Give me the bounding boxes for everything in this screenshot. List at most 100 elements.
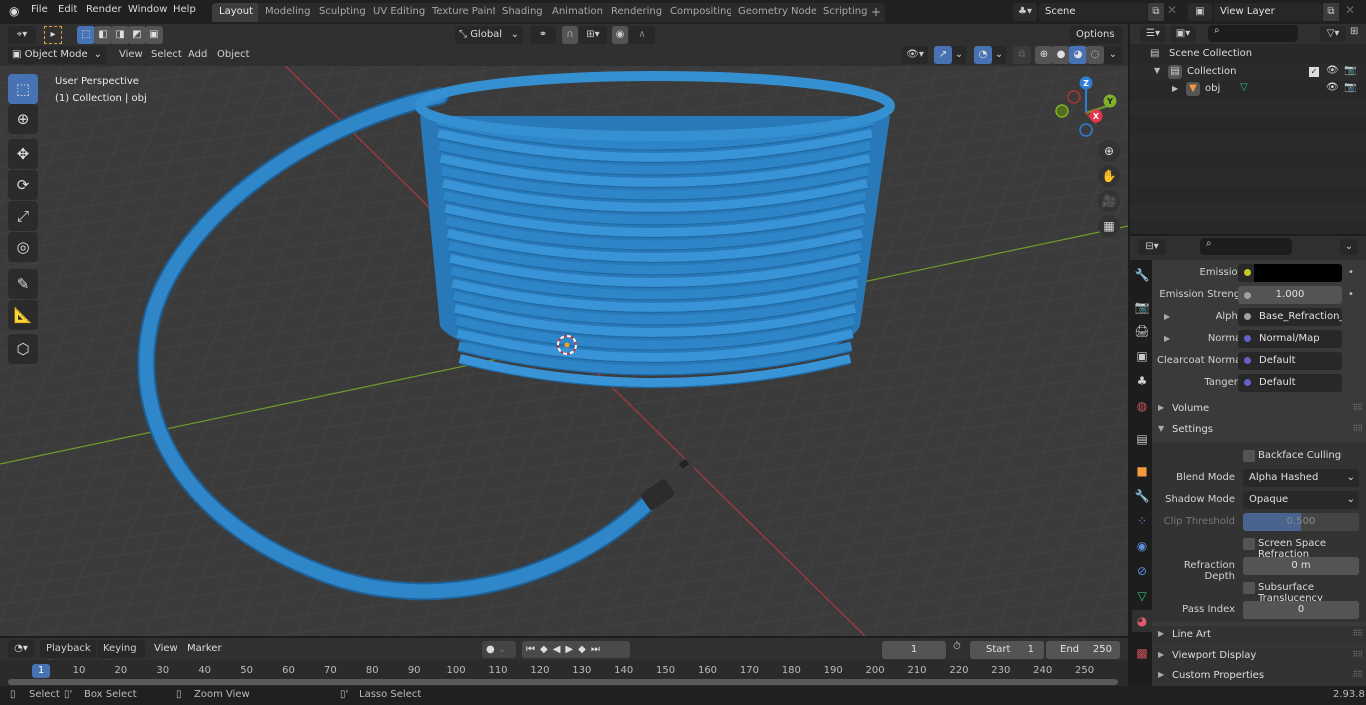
- tab-scene[interactable]: ♣: [1132, 370, 1152, 392]
- tab-world[interactable]: ◍: [1132, 395, 1152, 417]
- subsurface-translucency-checkbox[interactable]: [1243, 582, 1255, 594]
- blender-logo-icon[interactable]: ◉: [9, 4, 19, 18]
- expand-arrow-icon[interactable]: ▶: [1172, 84, 1178, 93]
- tab-physics[interactable]: ◉: [1132, 535, 1152, 557]
- panel-viewport-display[interactable]: ▶ Viewport Display ⠿⠿: [1152, 647, 1366, 667]
- shadow-mode-dropdown[interactable]: Opaque ⌄: [1243, 491, 1359, 509]
- tab-particles[interactable]: ⁘: [1132, 510, 1152, 532]
- gizmo-dropdown-icon[interactable]: ⌄: [952, 46, 966, 64]
- tool-cursor[interactable]: ⊕: [8, 104, 38, 134]
- jump-end-icon[interactable]: ⏭: [591, 644, 605, 655]
- view-layer-icon[interactable]: ▣: [1188, 3, 1212, 21]
- scene-name-field[interactable]: Scene: [1039, 3, 1147, 21]
- emission-color-field[interactable]: [1238, 264, 1342, 282]
- keyframe-dot-icon[interactable]: •: [1348, 267, 1354, 278]
- drag-grip-icon[interactable]: ⠿⠿: [1352, 424, 1363, 433]
- tab-scripting[interactable]: Scripting: [816, 3, 875, 22]
- menu-file[interactable]: File: [31, 4, 48, 15]
- tab-texture[interactable]: ▩: [1132, 642, 1152, 664]
- snap-target-icon[interactable]: ⊞▾: [579, 26, 607, 44]
- tab-uv-editing[interactable]: UV Editing: [366, 3, 433, 22]
- blend-mode-dropdown[interactable]: Alpha Hashed ⌄: [1243, 469, 1359, 487]
- pass-index-field[interactable]: 0: [1243, 601, 1359, 619]
- keying-dropdown[interactable]: Keying ⌄: [97, 640, 145, 665]
- zoom-view-button[interactable]: ⊕: [1098, 140, 1120, 162]
- outliner-row-scene-collection[interactable]: ▤ Scene Collection: [1130, 46, 1366, 63]
- tab-object[interactable]: ■: [1132, 460, 1152, 482]
- outliner-search-input[interactable]: ⌕: [1208, 25, 1298, 42]
- select-mode-new-icon[interactable]: ⬚: [77, 26, 95, 44]
- properties-options-icon[interactable]: ⌄: [1340, 239, 1358, 255]
- add-workspace-button[interactable]: +: [867, 3, 886, 22]
- delete-scene-icon[interactable]: ✕: [1167, 3, 1177, 17]
- menu-add[interactable]: Add: [182, 46, 214, 64]
- menu-view[interactable]: View: [113, 46, 149, 64]
- tab-output[interactable]: 🖨: [1132, 320, 1152, 342]
- tool-rotate[interactable]: ⟳: [8, 170, 38, 200]
- select-mode-invert-icon[interactable]: ◩: [128, 26, 146, 44]
- play-icon[interactable]: ▶: [565, 644, 578, 655]
- display-mode-icon[interactable]: ▣▾: [1170, 26, 1196, 42]
- menu-help[interactable]: Help: [173, 4, 196, 15]
- shading-solid-icon[interactable]: ●: [1052, 46, 1070, 64]
- outliner-row-obj[interactable]: ▶ ▼ obj ▽ 👁 📷: [1130, 81, 1366, 98]
- overlay-dropdown-icon[interactable]: ⌄: [992, 46, 1006, 64]
- tool-scale[interactable]: ⤢: [8, 201, 38, 231]
- pan-view-button[interactable]: ✋: [1098, 165, 1120, 187]
- eye-icon[interactable]: 👁: [1326, 65, 1339, 76]
- backface-culling-checkbox[interactable]: [1243, 450, 1255, 462]
- tab-compositing[interactable]: Compositing: [663, 3, 740, 22]
- refraction-depth-field[interactable]: 0 m: [1243, 557, 1359, 575]
- playback-dropdown[interactable]: Playback ⌄: [40, 640, 96, 665]
- timeline-menu-marker[interactable]: Marker: [187, 643, 222, 654]
- tab-rendering[interactable]: Rendering: [604, 3, 670, 22]
- toggle-perspective-button[interactable]: ▦: [1098, 215, 1120, 237]
- playback-controls[interactable]: ⏮◆◀▶◆⏭: [522, 641, 630, 658]
- visibility-icon[interactable]: 👁▾: [902, 46, 928, 64]
- active-tool-icon[interactable]: ▸: [44, 26, 62, 44]
- tab-shading[interactable]: Shading: [495, 3, 550, 22]
- timeline-editor-icon[interactable]: ◔▾: [8, 640, 34, 658]
- tool-move[interactable]: ✥: [8, 139, 38, 169]
- properties-search-input[interactable]: ⌕: [1200, 238, 1292, 255]
- select-mode-subtract-icon[interactable]: ◨: [111, 26, 129, 44]
- current-frame-field[interactable]: 1: [882, 641, 946, 659]
- outliner-row-collection[interactable]: ▼ ▤ Collection ✓ 👁 📷: [1130, 64, 1366, 81]
- tab-sculpting[interactable]: Sculpting: [312, 3, 373, 22]
- menu-edit[interactable]: Edit: [58, 4, 77, 15]
- overlay-toggle-icon[interactable]: ◔: [974, 46, 992, 64]
- shading-rendered-icon[interactable]: ◌: [1086, 46, 1104, 64]
- tab-view-layer[interactable]: ▣: [1132, 345, 1152, 367]
- tool-transform[interactable]: ◎: [8, 232, 38, 262]
- eye-icon[interactable]: 👁: [1326, 82, 1339, 93]
- shading-material-icon[interactable]: ◕: [1069, 46, 1087, 64]
- tab-tool[interactable]: 🔧: [1132, 264, 1152, 286]
- delete-view-layer-icon[interactable]: ✕: [1345, 3, 1355, 17]
- tab-material[interactable]: ◕: [1132, 610, 1152, 632]
- drag-grip-icon[interactable]: ⠿⠿: [1352, 629, 1363, 638]
- editor-type-icon[interactable]: ⌖▾: [8, 26, 36, 44]
- gizmo-neg-y[interactable]: [1055, 104, 1069, 118]
- outliner-editor-icon[interactable]: ☰▾: [1140, 26, 1166, 42]
- tab-modifiers[interactable]: 🔧: [1132, 485, 1152, 507]
- tab-geometry-nodes[interactable]: Geometry Nodes: [731, 3, 830, 22]
- playhead[interactable]: 1: [32, 664, 50, 678]
- tab-collection[interactable]: ▤: [1132, 428, 1152, 450]
- panel-volume[interactable]: ▶ Volume ⠿⠿: [1152, 400, 1366, 420]
- jump-start-icon[interactable]: ⏮: [526, 644, 540, 655]
- normal-link-field[interactable]: Normal/Map: [1238, 330, 1342, 348]
- options-dropdown[interactable]: Options ⌄: [1070, 26, 1122, 51]
- tool-annotate[interactable]: ✎: [8, 269, 38, 299]
- render-camera-icon[interactable]: 📷: [1344, 82, 1356, 93]
- tab-texture-paint[interactable]: Texture Paint: [425, 3, 504, 22]
- panel-settings[interactable]: ▼ Settings ⠿⠿: [1152, 421, 1366, 441]
- tab-constraints[interactable]: ⊘: [1132, 560, 1152, 582]
- alpha-link-field[interactable]: Base_Refraction_inv...: [1238, 308, 1342, 326]
- properties-editor-icon[interactable]: ⊟▾: [1138, 239, 1166, 255]
- screen-space-refraction-checkbox[interactable]: [1243, 538, 1255, 550]
- snap-toggle-icon[interactable]: ∩: [562, 26, 578, 44]
- drag-grip-icon[interactable]: ⠿⠿: [1352, 403, 1363, 412]
- transform-orientation-dropdown[interactable]: ⤡ Global ⌄: [455, 26, 523, 44]
- timeline-scrollbar[interactable]: [8, 679, 1118, 685]
- new-collection-icon[interactable]: ⊞: [1350, 26, 1364, 42]
